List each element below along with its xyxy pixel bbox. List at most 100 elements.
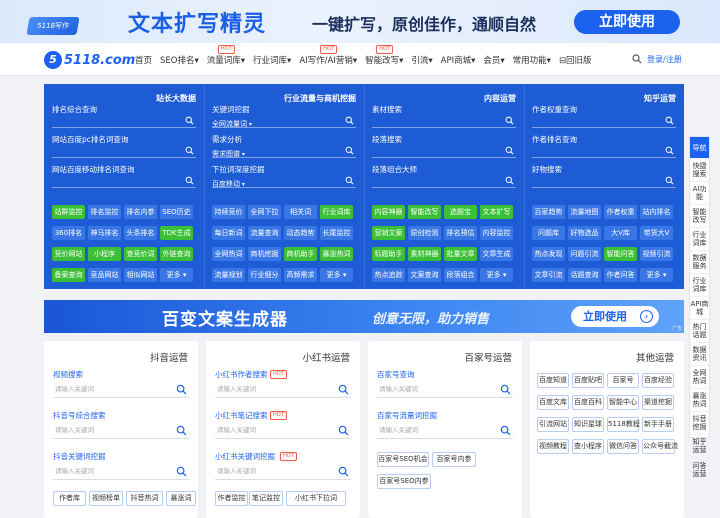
card-input[interactable]: 请输入关键词 (215, 463, 351, 480)
nav-item[interactable]: ⊟回旧版 (559, 54, 592, 66)
tool-button[interactable]: 排名监控 (88, 205, 121, 219)
tool-button[interactable]: 动态趋势 (284, 226, 317, 240)
card-button[interactable]: 公众号截流 (642, 439, 678, 454)
sidebar-item[interactable]: 全网热词 (690, 366, 709, 389)
tool-button[interactable]: 段落组合 (444, 268, 477, 282)
card-field-label[interactable]: 抖音号综合搜索 (53, 410, 106, 421)
tool-button[interactable]: 文章生成 (480, 247, 513, 261)
tool-button[interactable]: 查竞价词 (124, 247, 157, 261)
tool-button[interactable]: 问题引流 (568, 247, 601, 261)
card-button[interactable]: 作者库 (53, 491, 86, 506)
sidebar-item[interactable]: 智能改写 (690, 205, 709, 228)
tool-button[interactable]: 问题库 (532, 226, 565, 240)
card-field-label[interactable]: 百家号流量词挖掘 (377, 410, 437, 421)
tool-button[interactable]: 视频引流 (640, 247, 673, 261)
card-button[interactable]: 抖音热词 (126, 491, 163, 506)
tool-button[interactable]: 选题宝 (444, 205, 477, 219)
tool-button[interactable]: 热点发现 (532, 247, 565, 261)
nav-item[interactable]: 行业词库▾ (253, 54, 291, 66)
tool-button[interactable]: 全网热词 (212, 247, 245, 261)
tool-button[interactable]: 商机助手 (284, 247, 317, 261)
more-button[interactable]: 更多 ▾ (480, 268, 513, 282)
tool-button[interactable]: 长尾监控 (320, 226, 353, 240)
tool-button[interactable]: 排名预估 (444, 226, 477, 240)
tool-button[interactable]: 文案查询 (408, 268, 441, 282)
sidebar-item[interactable]: 行业词库 (690, 274, 709, 297)
tool-button[interactable]: 文本扩写 (480, 205, 513, 219)
search-icon[interactable] (632, 54, 642, 64)
tool-field[interactable]: 素材搜索 (372, 104, 516, 130)
copy-generator-ad[interactable]: 百变文案生成器 创意无限，助力销售 立即使用 › 广告 (44, 300, 684, 333)
card-button[interactable]: 微信问答 (607, 439, 639, 454)
tool-button[interactable]: 内容神器 (372, 205, 405, 219)
card-button[interactable]: 视频教程 (537, 439, 569, 454)
tool-button[interactable]: 小程序 (88, 247, 121, 261)
search-icon[interactable] (338, 466, 349, 477)
search-icon[interactable] (505, 116, 514, 125)
tool-button[interactable]: 好物选品 (568, 226, 601, 240)
card-button[interactable]: 暴涨词 (166, 491, 196, 506)
more-button[interactable]: 更多 ▾ (320, 268, 353, 282)
card-field-label[interactable]: 小红书关键词挖掘 (215, 451, 275, 462)
card-button[interactable]: 查小程序 (572, 439, 604, 454)
card-field-label[interactable]: 百家号查询 (377, 369, 415, 380)
tool-button[interactable]: 相关词 (284, 205, 317, 219)
tool-button[interactable]: 话题查询 (568, 268, 601, 282)
tool-field[interactable]: 需求分析 需求图谱 ▾ (212, 134, 356, 160)
search-icon[interactable] (176, 425, 187, 436)
tool-field[interactable]: 下拉词深度挖掘 百度移动 ▾ (212, 164, 356, 190)
tool-button[interactable]: 流量规划 (212, 268, 245, 282)
top-banner-ad[interactable]: 5118写作 文本扩写精灵 一键扩写，原创佳作，通顺自然 立即使用 (0, 0, 720, 43)
tool-button[interactable]: 高频需求 (284, 268, 317, 282)
card-button[interactable]: 百家号内参 (432, 452, 476, 467)
sidebar-item[interactable]: 问答运营 (690, 458, 709, 481)
search-icon[interactable] (345, 116, 354, 125)
card-button[interactable]: 百家号SEO内参 (377, 474, 431, 489)
sidebar-item[interactable]: AI功能 (690, 182, 709, 205)
tool-button[interactable]: 作者权重 (604, 205, 637, 219)
search-icon[interactable] (505, 146, 514, 155)
sidebar-item[interactable]: 快捷搜索 (690, 159, 709, 182)
tool-button[interactable]: 外链查询 (160, 247, 193, 261)
tool-button[interactable]: 流量地图 (568, 205, 601, 219)
tool-field[interactable]: 关键词挖掘 全网流量词 ▾ (212, 104, 356, 130)
card-button[interactable]: 小红书下拉词 (286, 491, 346, 506)
search-icon[interactable] (665, 176, 674, 185)
nav-item[interactable]: 首页 (135, 54, 152, 66)
tool-button[interactable]: 竞价网站 (52, 247, 85, 261)
tool-button[interactable]: 带货大V (640, 226, 673, 240)
tool-button[interactable]: 智能问答 (604, 247, 637, 261)
tool-button[interactable]: 暴涨热词 (320, 247, 353, 261)
tool-button[interactable]: 批量文章 (444, 247, 477, 261)
tool-button[interactable]: 站内排名 (640, 205, 673, 219)
tool-field[interactable]: 作者权重查询 (532, 104, 676, 130)
card-field-label[interactable]: 小红书作者搜索 (215, 369, 268, 380)
card-button[interactable]: 百家号 (607, 373, 639, 388)
tool-button[interactable]: 大V库 (604, 226, 637, 240)
card-button[interactable]: 知识星球 (572, 417, 604, 432)
card-button[interactable]: 作者监控 (215, 491, 248, 506)
search-icon[interactable] (345, 176, 354, 185)
nav-item[interactable]: SEO排名▾ (160, 54, 199, 66)
nav-item[interactable]: 引流▾ (411, 54, 432, 66)
tool-button[interactable]: 作者问答 (604, 268, 637, 282)
tool-button[interactable]: 百家趋势 (532, 205, 565, 219)
banner-cta-button[interactable]: 立即使用 (574, 10, 680, 34)
nav-item[interactable]: API商城▾ (441, 54, 476, 66)
nav-item[interactable]: AI写作/AI营销▾ HOT (299, 45, 357, 66)
card-input[interactable]: 请输入关键词 (377, 381, 513, 398)
tool-button[interactable]: 神马排名 (88, 226, 121, 240)
tool-button[interactable]: 备案查询 (52, 268, 85, 282)
search-icon[interactable] (505, 176, 514, 185)
card-button[interactable]: 百度经验 (642, 373, 674, 388)
more-button[interactable]: 更多 ▾ (160, 268, 193, 282)
card-input[interactable]: 请输入关键词 (53, 381, 189, 398)
search-icon[interactable] (185, 176, 194, 185)
search-icon[interactable] (185, 146, 194, 155)
login-link[interactable]: 登录/注册 (647, 54, 682, 65)
search-icon[interactable] (185, 116, 194, 125)
card-input[interactable]: 请输入关键词 (377, 422, 513, 439)
tool-button[interactable]: 营销文案 (372, 226, 405, 240)
card-button[interactable]: 视频榜单 (89, 491, 123, 506)
tool-button[interactable]: 每日新词 (212, 226, 245, 240)
